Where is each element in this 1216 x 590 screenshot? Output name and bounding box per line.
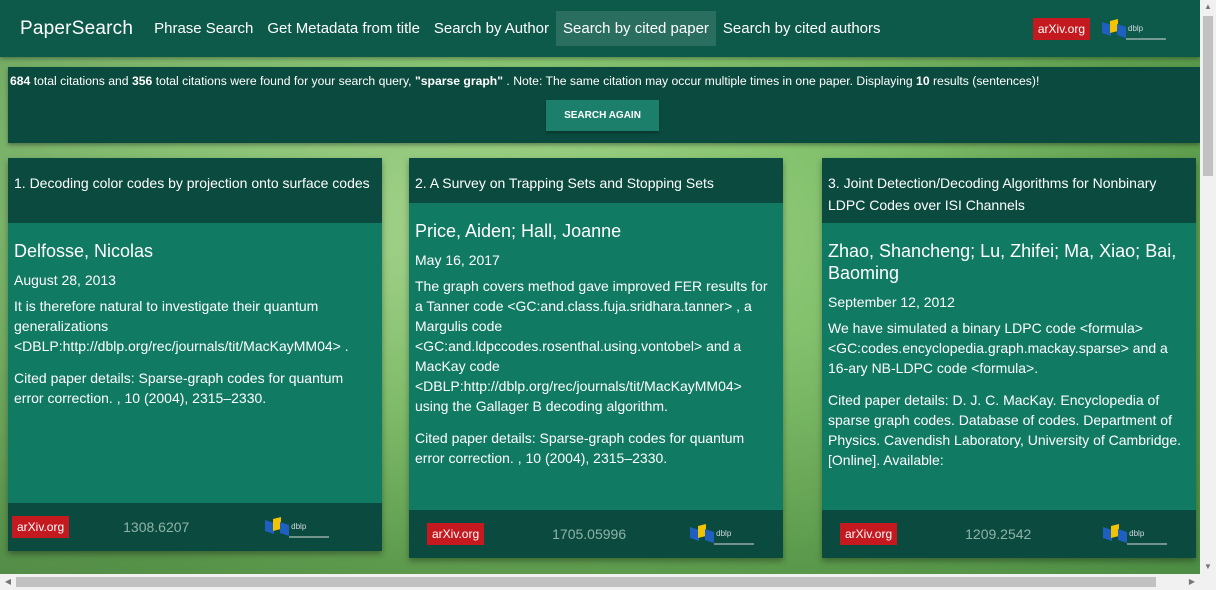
- results-summary-panel: 684 total citations and 356 total citati…: [8, 67, 1200, 143]
- display-count: 10: [916, 74, 930, 88]
- card-dblp-link[interactable]: dblp: [690, 523, 755, 545]
- vertical-scrollbar[interactable]: ▲ ▼: [1200, 0, 1216, 574]
- nav-phrase-search[interactable]: Phrase Search: [147, 11, 260, 46]
- dblp-logo-text: dblp: [716, 529, 732, 538]
- card-cited-details: Cited paper details: Sparse-graph codes …: [14, 370, 344, 406]
- card-date: August 28, 2013: [14, 272, 116, 288]
- card-arxiv-id: 1705.05996: [552, 526, 627, 542]
- card-arxiv-id: 1308.6207: [123, 519, 190, 535]
- card-title-bar: 1. Decoding color codes by projection on…: [8, 158, 382, 223]
- card-body: Zhao, Shancheng; Lu, Zhifei; Ma, Xiao; B…: [822, 223, 1196, 470]
- nav-dblp-link[interactable]: dblp: [1102, 18, 1166, 40]
- dblp-logo-subline: [1126, 37, 1166, 40]
- card-body: Price, Aiden; Hall, Joanne May 16, 2017 …: [409, 203, 783, 468]
- card-title-bar: 2. A Survey on Trapping Sets and Stoppin…: [409, 158, 783, 203]
- dblp-icon: [690, 524, 715, 543]
- card-cited-details: Cited paper details: Sparse-graph codes …: [415, 430, 745, 466]
- citations-count: 684: [10, 74, 31, 88]
- card-arxiv-link[interactable]: arXiv.org: [427, 523, 485, 545]
- summary-text-4: results (sentences)!: [929, 74, 1040, 88]
- card-footer: arXiv.org 1209.2542 dblp: [822, 510, 1196, 558]
- nav-arxiv-link[interactable]: arXiv.org: [1032, 17, 1090, 40]
- card-body: Delfosse, Nicolas August 28, 2013 It is …: [8, 223, 382, 408]
- dblp-logo-text: dblp: [1128, 23, 1144, 33]
- card-arxiv-link[interactable]: arXiv.org: [12, 516, 70, 538]
- dblp-icon: [1102, 18, 1126, 38]
- brand-logo[interactable]: PaperSearch: [20, 18, 133, 40]
- card-footer: arXiv.org 1308.6207 dblp: [8, 503, 382, 551]
- dblp-logo-subline: [714, 543, 755, 545]
- results-summary-text: 684 total citations and 356 total citati…: [10, 74, 1210, 88]
- card-footer: arXiv.org 1705.05996 dblp: [409, 510, 783, 558]
- card-title[interactable]: 1. Decoding color codes by projection on…: [14, 172, 376, 194]
- card-date: May 16, 2017: [415, 252, 500, 268]
- vertical-scroll-thumb[interactable]: [1203, 16, 1213, 176]
- horizontal-scroll-thumb[interactable]: [16, 577, 1156, 587]
- scroll-down-arrow-icon[interactable]: ▼: [1200, 560, 1216, 574]
- dblp-logo-subline: [1127, 543, 1168, 545]
- search-query: "sparse graph": [414, 74, 504, 88]
- card-sentence: The graph covers method gave improved FE…: [415, 278, 768, 414]
- result-card-3: 3. Joint Detection/Decoding Algorithms f…: [822, 158, 1196, 558]
- nav-search-by-cited-paper[interactable]: Search by cited paper: [556, 11, 716, 46]
- card-arxiv-id: 1209.2542: [965, 526, 1032, 542]
- dblp-icon: [1103, 524, 1128, 543]
- card-authors: Zhao, Shancheng; Lu, Zhifei; Ma, Xiao; B…: [828, 241, 1177, 283]
- dblp-logo-subline: [289, 536, 330, 538]
- card-sentence: We have simulated a binary LDPC code <fo…: [828, 320, 1168, 376]
- top-navbar: PaperSearch Phrase Search Get Metadata f…: [0, 0, 1200, 57]
- result-card-1: 1. Decoding color codes by projection on…: [8, 158, 382, 551]
- result-card-2: 2. A Survey on Trapping Sets and Stoppin…: [409, 158, 783, 558]
- nav-search-by-author[interactable]: Search by Author: [427, 11, 556, 46]
- nav-metadata-from-title[interactable]: Get Metadata from title: [260, 11, 427, 46]
- card-dblp-link[interactable]: dblp: [265, 516, 330, 538]
- scroll-up-arrow-icon[interactable]: ▲: [1200, 0, 1216, 14]
- card-date: September 12, 2012: [828, 294, 955, 310]
- nav-right-links: arXiv.org dblp: [1032, 17, 1166, 40]
- dblp-icon: [265, 517, 290, 536]
- dblp-logo-text: dblp: [291, 522, 307, 531]
- card-title[interactable]: 2. A Survey on Trapping Sets and Stoppin…: [415, 172, 777, 194]
- card-arxiv-link[interactable]: arXiv.org: [840, 523, 898, 545]
- summary-text-1: total citations and: [30, 74, 132, 88]
- nav-search-by-cited-authors[interactable]: Search by cited authors: [716, 11, 888, 46]
- card-authors: Delfosse, Nicolas: [14, 241, 154, 261]
- card-title-bar: 3. Joint Detection/Decoding Algorithms f…: [822, 158, 1196, 223]
- search-again-button[interactable]: SEARCH AGAIN: [546, 100, 659, 131]
- scroll-left-arrow-icon[interactable]: ◀: [0, 574, 16, 590]
- scroll-right-arrow-icon[interactable]: ▶: [1184, 574, 1200, 590]
- card-sentence: It is therefore natural to investigate t…: [14, 298, 349, 354]
- card-authors: Price, Aiden; Hall, Joanne: [415, 221, 622, 241]
- papers-count: 356: [131, 74, 153, 88]
- card-dblp-link[interactable]: dblp: [1103, 523, 1168, 545]
- card-title[interactable]: 3. Joint Detection/Decoding Algorithms f…: [828, 172, 1190, 216]
- card-cited-details: Cited paper details: D. J. C. MacKay. En…: [828, 392, 1182, 468]
- summary-text-2: total citations were found for your sear…: [152, 74, 415, 88]
- summary-text-3: . Note: The same citation may occur mult…: [503, 74, 917, 88]
- horizontal-scrollbar[interactable]: ◀ ▶: [0, 574, 1216, 590]
- dblp-logo-text: dblp: [1129, 529, 1145, 538]
